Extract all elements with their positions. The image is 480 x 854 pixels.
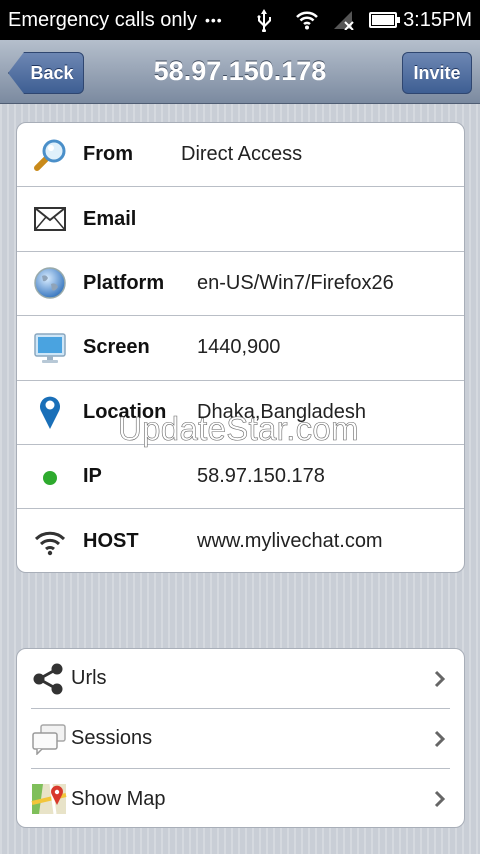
platform-label: Platform: [83, 271, 165, 294]
search-icon: [17, 136, 83, 174]
back-button[interactable]: Back: [8, 52, 84, 94]
location-label: Location: [83, 400, 167, 423]
ip-value: 58.97.150.178: [197, 465, 325, 488]
show-map-item[interactable]: Show Map: [31, 769, 450, 827]
usb-icon: [255, 8, 273, 32]
info-row-screen: Screen 1440,900: [17, 316, 464, 381]
battery-icon: [369, 12, 401, 28]
chat-bubbles-icon: [31, 723, 71, 755]
online-dot-icon: [17, 468, 83, 486]
from-value: Direct Access: [181, 143, 303, 166]
wifi-icon: [17, 528, 83, 556]
info-row-ip: IP 58.97.150.178: [17, 445, 464, 510]
visitor-info-card: From Direct Access Email Platform en-US/…: [16, 122, 465, 573]
envelope-icon: [17, 207, 83, 232]
from-label: From: [83, 143, 133, 166]
show-map-label: Show Map: [71, 787, 166, 810]
info-row-location: Location Dhaka,Bangladesh: [17, 381, 464, 445]
info-row-email: Email: [17, 187, 464, 252]
navigation-bar: Back 58.97.150.178 Invite: [0, 40, 480, 104]
platform-value: en-US/Win7/Firefox26: [197, 271, 394, 294]
info-row-from: From Direct Access: [17, 123, 464, 188]
ip-label: IP: [83, 465, 102, 488]
info-row-host: HOST www.mylivechat.com: [17, 509, 464, 572]
screen-label: Screen: [83, 336, 150, 359]
notification-dots: •••: [204, 12, 223, 28]
host-value: www.mylivechat.com: [197, 530, 383, 553]
page-title: 58.97.150.178: [153, 56, 327, 86]
monitor-icon: [17, 331, 83, 365]
carrier-text: Emergency calls only: [8, 8, 197, 31]
map-pin-icon: [17, 394, 83, 430]
globe-icon: [17, 266, 83, 300]
links-card: Urls Sessions Show Map: [16, 648, 465, 828]
email-label: Email: [83, 207, 137, 230]
wifi-signal-icon: [295, 10, 319, 30]
share-icon: [31, 662, 71, 696]
urls-label: Urls: [71, 667, 107, 689]
invite-button[interactable]: Invite: [402, 52, 472, 94]
chevron-right-icon: [430, 670, 450, 688]
urls-item[interactable]: Urls: [31, 649, 450, 709]
location-value: Dhaka,Bangladesh: [197, 400, 367, 423]
chevron-right-icon: [430, 730, 450, 748]
host-label: HOST: [83, 530, 139, 553]
sessions-label: Sessions: [71, 727, 153, 749]
screen-value: 1440,900: [197, 336, 281, 359]
cell-signal-icon: [333, 10, 355, 30]
status-bar: Emergency calls only ••• 3:15PM: [0, 0, 480, 40]
chevron-right-icon: [430, 790, 450, 808]
info-row-platform: Platform en-US/Win7/Firefox26: [17, 252, 464, 317]
sessions-item[interactable]: Sessions: [31, 709, 450, 769]
clock: 3:15PM: [403, 8, 472, 31]
map-icon: [31, 781, 71, 817]
